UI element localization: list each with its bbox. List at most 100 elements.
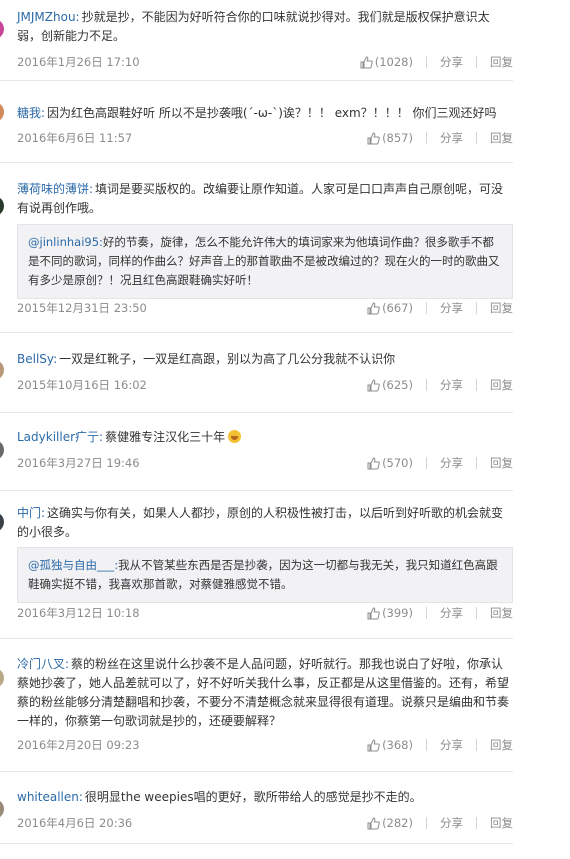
like-button[interactable]: (570)	[367, 456, 413, 470]
comment-actions: (282) 分享 回复	[367, 815, 513, 831]
reply-button[interactable]: 回复	[490, 605, 513, 621]
action-divider	[426, 132, 427, 144]
comment-author-link[interactable]: 冷门八叉:	[17, 657, 69, 671]
comment-date: 2016年4月6日 20:36	[17, 816, 133, 830]
comment-author-link[interactable]: whiteallen:	[17, 790, 83, 804]
comment-item: BellSy: 一双是红靴子，一双是红高跟，别以为高了几公分我就不认识你 2015…	[0, 332, 513, 413]
like-button[interactable]: (625)	[367, 378, 413, 392]
share-button[interactable]: 分享	[440, 737, 463, 753]
avatar[interactable]	[0, 512, 4, 532]
action-divider	[426, 817, 427, 829]
comment-author-link[interactable]: 糖我:	[17, 106, 45, 120]
share-button[interactable]: 分享	[440, 815, 463, 831]
action-divider	[426, 739, 427, 751]
comment-date: 2015年10月16日 16:02	[17, 378, 147, 392]
thumbs-up-icon	[360, 55, 373, 69]
like-count: (368)	[382, 738, 413, 752]
thumbs-up-icon	[367, 606, 380, 620]
quoted-author-link[interactable]: @jinlinhai95:	[28, 235, 103, 249]
comment-actions: (857) 分享 回复	[367, 130, 513, 146]
comment-date: 2016年2月20日 09:23	[17, 738, 140, 752]
comment-body: 冷门八叉: 蔡的粉丝在这里说什么抄袭不是人品问题，好听就行。那我也说白了好啦，你承…	[17, 655, 511, 731]
avatar[interactable]	[0, 668, 4, 688]
comment-text: 抄就是抄，不能因为好听符合你的口味就说抄得对。我们就是版权保护意识太弱，创新能力…	[17, 10, 490, 43]
action-divider	[426, 56, 427, 68]
action-divider	[426, 379, 427, 391]
share-button[interactable]: 分享	[440, 300, 463, 316]
action-divider	[476, 817, 477, 829]
share-button[interactable]: 分享	[440, 605, 463, 621]
comment-item: whiteallen: 很明显the weepies唱的更好，歌所带给人的感觉是抄…	[0, 771, 513, 844]
action-divider	[476, 56, 477, 68]
comment-author-link[interactable]: 薄荷味的薄饼:	[17, 182, 93, 196]
comment-author-link[interactable]: JMJMZhou:	[17, 10, 80, 24]
comment-body: 薄荷味的薄饼: 填词是要买版权的。改编要让原作知道。人家可是口口声声自己原创呢，可…	[17, 180, 511, 218]
comment-author-link[interactable]: Ladykiller疒亍:	[17, 430, 103, 444]
like-button[interactable]: (368)	[367, 738, 413, 752]
comment-actions: (625) 分享 回复	[367, 377, 513, 393]
comment-item: 薄荷味的薄饼: 填词是要买版权的。改编要让原作知道。人家可是口口声声自己原创呢，可…	[0, 162, 513, 333]
thumbs-up-icon	[367, 456, 380, 470]
comment-actions: (399) 分享 回复	[367, 605, 513, 621]
comment-date: 2016年6月6日 11:57	[17, 131, 133, 145]
comment-item: Ladykiller疒亍: 蔡健雅专注汉化三十年 2016年3月27日 19:46…	[0, 412, 513, 491]
comment-body: JMJMZhou: 抄就是抄，不能因为好听符合你的口味就说抄得对。我们就是版权保护…	[17, 8, 511, 46]
reply-button[interactable]: 回复	[490, 737, 513, 753]
avatar[interactable]	[0, 196, 4, 216]
avatar[interactable]	[0, 799, 4, 819]
action-divider	[476, 302, 477, 314]
action-divider	[476, 457, 477, 469]
like-count: (625)	[382, 378, 413, 392]
comment-actions: (1028) 分享 回复	[360, 54, 513, 70]
comment-body: Ladykiller疒亍: 蔡健雅专注汉化三十年	[17, 428, 511, 447]
comment-date: 2016年3月12日 10:18	[17, 606, 140, 620]
share-button[interactable]: 分享	[440, 377, 463, 393]
comment-author-link[interactable]: 中门:	[17, 506, 45, 520]
action-divider	[426, 457, 427, 469]
like-button[interactable]: (667)	[367, 301, 413, 315]
comment-text: 很明显the weepies唱的更好，歌所带给人的感觉是抄不走的。	[84, 790, 422, 804]
action-divider	[426, 302, 427, 314]
action-divider	[476, 132, 477, 144]
reply-button[interactable]: 回复	[490, 455, 513, 471]
thumbs-up-icon	[367, 816, 380, 830]
comment-text: 蔡健雅专注汉化三十年	[105, 430, 226, 444]
reply-button[interactable]: 回复	[490, 54, 513, 70]
reply-button[interactable]: 回复	[490, 300, 513, 316]
avatar[interactable]	[0, 360, 4, 380]
comment-item: 糖我: 因为红色高跟鞋好听 所以不是抄袭哦(´-ω-`)诶？！！ exm？！！！ …	[0, 80, 513, 163]
comment-item: JMJMZhou: 抄就是抄，不能因为好听符合你的口味就说抄得对。我们就是版权保护…	[0, 0, 513, 81]
share-button[interactable]: 分享	[440, 130, 463, 146]
comment-actions: (570) 分享 回复	[367, 455, 513, 471]
thumbs-up-icon	[367, 131, 380, 145]
like-button[interactable]: (857)	[367, 131, 413, 145]
action-divider	[476, 379, 477, 391]
comment-item: 中门: 这确实与你有关，如果人人都抄，原创的人积极性被打击，以后听到好听歌的机会就…	[0, 490, 513, 639]
comment-date: 2016年3月27日 19:46	[17, 456, 140, 470]
share-button[interactable]: 分享	[440, 54, 463, 70]
like-button[interactable]: (399)	[367, 606, 413, 620]
comment-author-link[interactable]: BellSy:	[17, 352, 57, 366]
avatar[interactable]	[0, 102, 4, 122]
like-button[interactable]: (1028)	[360, 55, 413, 69]
like-button[interactable]: (282)	[367, 816, 413, 830]
reply-button[interactable]: 回复	[490, 815, 513, 831]
reply-button[interactable]: 回复	[490, 130, 513, 146]
thumbs-up-icon	[367, 738, 380, 752]
reply-button[interactable]: 回复	[490, 377, 513, 393]
action-divider	[476, 739, 477, 751]
avatar[interactable]	[0, 19, 4, 39]
avatar[interactable]	[0, 440, 4, 460]
comment-body: BellSy: 一双是红靴子，一双是红高跟，别以为高了几公分我就不认识你	[17, 350, 511, 369]
comment-body: 糖我: 因为红色高跟鞋好听 所以不是抄袭哦(´-ω-`)诶？！！ exm？！！！ …	[17, 104, 511, 123]
like-count: (667)	[382, 301, 413, 315]
like-count: (1028)	[374, 55, 413, 69]
comment-text: 这确实与你有关，如果人人都抄，原创的人积极性被打击，以后听到好听歌的机会就变的小…	[17, 506, 504, 539]
like-count: (282)	[382, 816, 413, 830]
quoted-comment: @孤独与自由___:我从不管某些东西是否是抄袭，因为这一切都与我无关，我只知道红…	[17, 547, 513, 603]
comment-date: 2016年1月26日 17:10	[17, 55, 140, 69]
like-count: (570)	[382, 456, 413, 470]
quoted-author-link[interactable]: @孤独与自由___:	[28, 558, 118, 572]
comment-text: 蔡的粉丝在这里说什么抄袭不是人品问题，好听就行。那我也说白了好啦，你承认蔡她抄袭…	[17, 657, 510, 728]
share-button[interactable]: 分享	[440, 455, 463, 471]
